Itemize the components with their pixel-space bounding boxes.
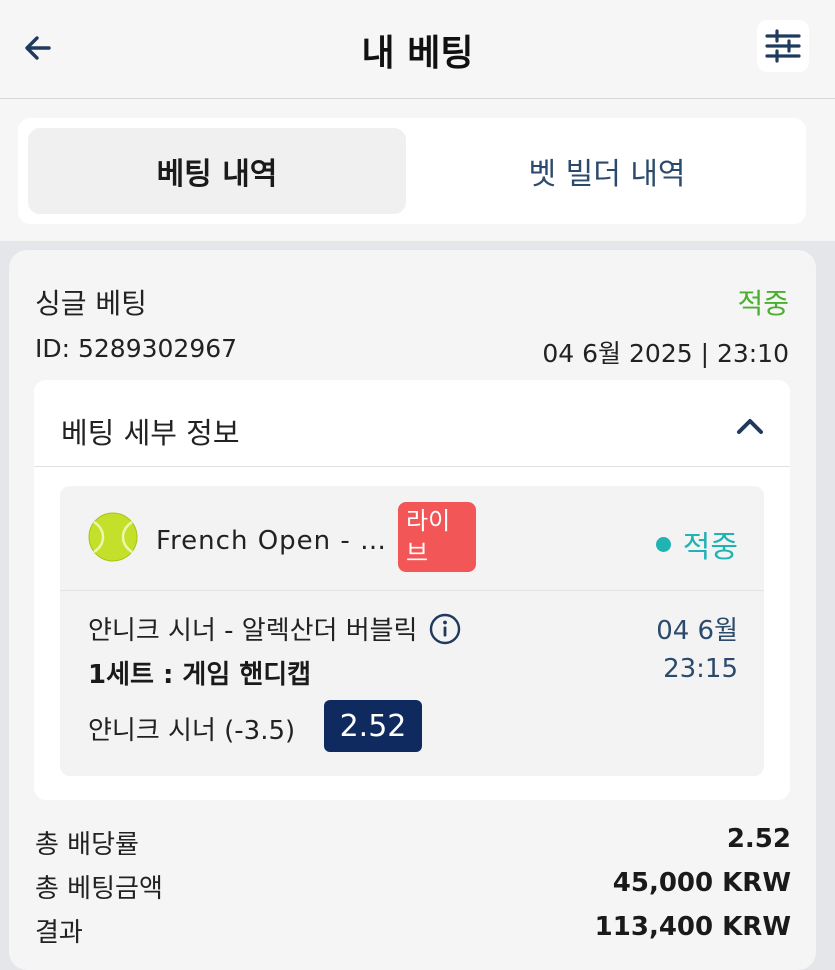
live-badge: 라이브 (398, 502, 476, 572)
tabs-area: 베팅 내역 벳 빌더 내역 (0, 99, 835, 241)
match-name: 얀니크 시너 - 알렉산더 버블릭 (88, 610, 461, 647)
market-name: 1세트 : 게임 핸디캡 (88, 660, 312, 690)
bet-details-panel: 베팅 세부 정보 French Open - … 라이브 적중 얀니크 시너 - (34, 380, 790, 800)
summary-value: 113,400 KRW (594, 912, 791, 942)
tab-bar: 베팅 내역 벳 빌더 내역 (18, 118, 806, 224)
summary-label: 총 베팅금액 (35, 874, 163, 904)
summary-label: 결과 (35, 918, 83, 948)
page-title: 내 베팅 (361, 33, 474, 74)
event-name: French Open - … (156, 526, 388, 556)
match-name-label: 얀니크 시너 - 알렉산더 버블릭 (88, 616, 418, 646)
filter-button[interactable] (757, 20, 809, 72)
bet-type: 싱글 베팅 (35, 287, 147, 320)
summary-value: 45,000 KRW (612, 868, 791, 898)
collapse-button[interactable] (732, 408, 768, 444)
bet-date: 04 6월 2025 | 23:10 (542, 339, 789, 368)
odds-badge: 2.52 (324, 700, 422, 752)
match-date: 04 6월 (656, 616, 738, 646)
divider (60, 590, 764, 591)
chevron-up-icon (737, 419, 763, 434)
info-icon[interactable] (429, 613, 461, 645)
summary-value: 2.52 (726, 824, 791, 854)
status-dot-icon (655, 536, 671, 552)
top-bar: 내 베팅 (0, 0, 835, 99)
bet-status-badge: 적중 (737, 287, 789, 320)
tennis-ball-icon (88, 512, 138, 562)
bet-id: ID: 5289302967 (35, 334, 238, 363)
tab-bet-history[interactable]: 베팅 내역 (28, 128, 406, 214)
bet-details-title: 베팅 세부 정보 (61, 416, 240, 450)
selection-pick: 얀니크 시너 (-3.5) (88, 716, 296, 746)
divider (34, 466, 790, 467)
match-time: 23:15 (663, 654, 738, 684)
summary-row: 총 배당률 2.52 (35, 824, 791, 861)
tab-bet-builder-history[interactable]: 벳 빌더 내역 (418, 128, 796, 214)
summary-row: 총 베팅금액 45,000 KRW (35, 868, 791, 905)
summary-label: 총 배당률 (35, 830, 139, 860)
summary-row: 결과 113,400 KRW (35, 912, 791, 949)
bet-card: 싱글 베팅 적중 ID: 5289302967 04 6월 2025 | 23:… (9, 250, 816, 970)
selection-card: French Open - … 라이브 적중 얀니크 시너 - 알렉산더 버블릭… (60, 486, 764, 776)
selection-status-label: 적중 (682, 530, 738, 565)
selection-status: 적중 (655, 522, 738, 566)
sliders-icon (765, 29, 801, 63)
